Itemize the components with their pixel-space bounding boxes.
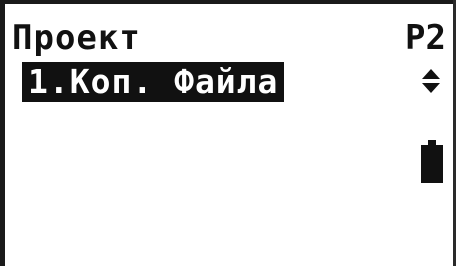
battery-icon <box>421 140 443 183</box>
instrument-display: Проект P2 1.Коп. Файла <box>0 0 456 266</box>
up-down-arrows-icon[interactable] <box>420 68 442 94</box>
menu-item-copy-file[interactable]: 1.Коп. Файла <box>22 62 285 102</box>
display-bezel-top <box>0 0 456 4</box>
page-indicator: P2 <box>405 18 446 58</box>
display-bezel-left <box>0 0 5 266</box>
screen-title: Проект <box>12 18 141 58</box>
